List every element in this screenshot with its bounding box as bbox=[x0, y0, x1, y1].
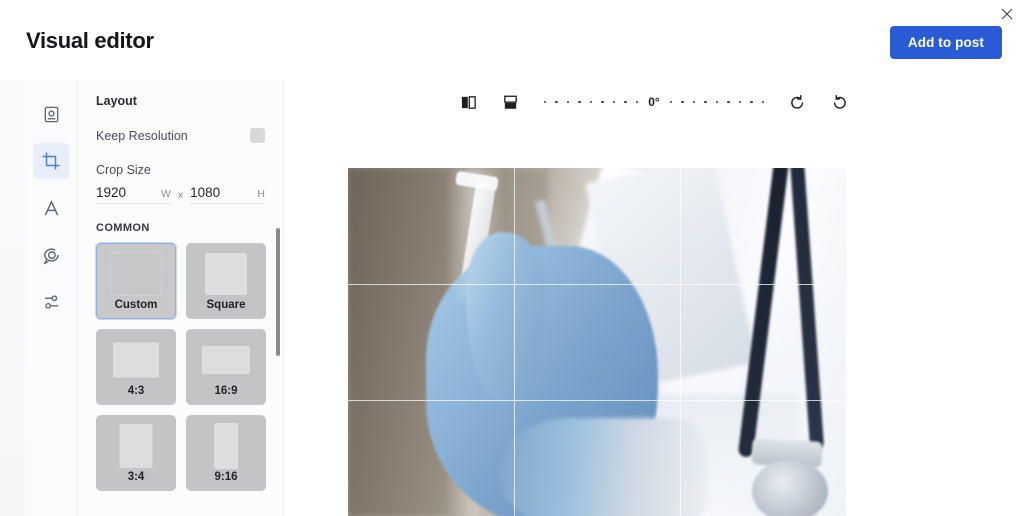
ratio-shape bbox=[205, 253, 247, 295]
crop-height-field[interactable]: 1080 H bbox=[190, 185, 265, 204]
flip-vertical-button[interactable] bbox=[498, 89, 524, 115]
ratio-label: 4:3 bbox=[127, 385, 145, 397]
rotation-tick-right-6 bbox=[738, 100, 742, 104]
rotation-slider-track-left[interactable] bbox=[536, 100, 647, 104]
speech-bubble-icon bbox=[42, 246, 61, 265]
ratio-label: 9:16 bbox=[214, 471, 238, 483]
flip-horizontal-icon bbox=[460, 94, 477, 111]
transform-toolbar: 0° bbox=[284, 80, 1024, 124]
flip-horizontal-button[interactable] bbox=[456, 89, 482, 115]
crop-size-separator: x bbox=[177, 189, 184, 201]
rail-item-draw[interactable] bbox=[33, 237, 69, 273]
aspect-ratio-grid: Custom Square 4:3 16:9 3:4 9:16 bbox=[96, 243, 266, 491]
rotation-tick-left-3 bbox=[578, 100, 581, 104]
ratio-tile-4-3[interactable]: 4:3 bbox=[96, 329, 176, 405]
rotation-tick-right-2 bbox=[692, 100, 696, 104]
ratio-label: 16:9 bbox=[214, 385, 238, 397]
adjustments-icon bbox=[42, 293, 61, 312]
add-to-post-button[interactable]: Add to post bbox=[889, 26, 1002, 59]
rotation-tick-left-5 bbox=[601, 100, 604, 104]
rotation-tick-right-8 bbox=[761, 100, 765, 104]
close-icon[interactable] bbox=[998, 5, 1016, 23]
ratio-label: Custom bbox=[114, 299, 158, 311]
ratio-shape bbox=[119, 424, 153, 468]
panel-scrollbar[interactable] bbox=[276, 228, 280, 356]
ratio-shape bbox=[110, 252, 162, 296]
rotation-tick-right-1 bbox=[681, 100, 684, 104]
ratio-tile-3-4[interactable]: 3:4 bbox=[96, 415, 176, 491]
crop-width-unit: W bbox=[160, 188, 171, 200]
rotation-tick-left-8 bbox=[635, 100, 639, 104]
crop-icon bbox=[41, 151, 61, 171]
ratio-tile-square[interactable]: Square bbox=[186, 243, 266, 319]
crop-width-input[interactable]: 1920 bbox=[96, 185, 142, 200]
rotation-tick-left-6 bbox=[612, 100, 616, 104]
rail-item-adjust[interactable] bbox=[33, 284, 69, 320]
image-frame-icon bbox=[42, 105, 61, 124]
flip-vertical-icon bbox=[502, 94, 519, 111]
ratio-tile-9-16[interactable]: 9:16 bbox=[186, 415, 266, 491]
crop-width-field[interactable]: 1920 W bbox=[96, 185, 171, 204]
rotation-tick-left-4 bbox=[589, 100, 593, 104]
keep-resolution-checkbox[interactable] bbox=[250, 128, 265, 143]
header-bar: Visual editor Add to post bbox=[0, 0, 1024, 80]
rotate-cw-button[interactable] bbox=[826, 89, 852, 115]
photo-glove-wrist bbox=[498, 418, 708, 516]
layout-settings-panel: Layout Keep Resolution Crop Size 1920 W … bbox=[78, 80, 284, 516]
ratio-shape bbox=[113, 342, 159, 378]
rail-item-crop[interactable] bbox=[33, 143, 69, 179]
ratio-tile-16-9[interactable]: 16:9 bbox=[186, 329, 266, 405]
rotate-counter-clockwise-icon bbox=[789, 94, 806, 111]
visual-editor-app: Visual editor Add to post Layout Keep Re… bbox=[0, 0, 1024, 516]
text-a-icon bbox=[42, 199, 61, 218]
crop-size-row: 1920 W x 1080 H bbox=[96, 185, 265, 204]
rotation-slider[interactable]: 0° bbox=[536, 95, 772, 109]
rail-item-image[interactable] bbox=[33, 96, 69, 132]
rotation-tick-left-2 bbox=[566, 100, 570, 104]
ratio-label: Square bbox=[206, 299, 246, 311]
rotation-tick-right-3 bbox=[704, 100, 707, 104]
panel-title: Layout bbox=[96, 94, 137, 108]
common-section-header: COMMON bbox=[96, 222, 150, 234]
rotation-tick-right-5 bbox=[727, 100, 730, 104]
crop-height-unit: H bbox=[257, 188, 265, 200]
crop-height-input[interactable]: 1080 bbox=[190, 185, 236, 200]
ratio-shape bbox=[214, 423, 238, 469]
canvas-stage: 0° bbox=[284, 80, 1024, 516]
rail-item-text[interactable] bbox=[33, 190, 69, 226]
page-title: Visual editor bbox=[26, 28, 154, 53]
tool-rail bbox=[25, 80, 78, 516]
workspace: Layout Keep Resolution Crop Size 1920 W … bbox=[25, 80, 1024, 516]
ratio-tile-custom[interactable]: Custom bbox=[96, 243, 176, 319]
photo-glove-thumb bbox=[466, 232, 544, 402]
rotate-ccw-button[interactable] bbox=[784, 89, 810, 115]
rotation-tick-left-7 bbox=[624, 100, 627, 104]
rotation-tick-right-7 bbox=[750, 100, 753, 104]
ratio-shape bbox=[202, 346, 250, 374]
editing-photo bbox=[348, 168, 846, 516]
ratio-label: 3:4 bbox=[127, 471, 145, 483]
rotation-value: 0° bbox=[648, 95, 660, 109]
rotation-tick-right-4 bbox=[715, 100, 719, 104]
crop-size-label: Crop Size bbox=[96, 163, 151, 177]
rotation-tick-left-1 bbox=[555, 100, 558, 104]
rotation-slider-track-right[interactable] bbox=[662, 100, 773, 104]
keep-resolution-label: Keep Resolution bbox=[96, 128, 188, 143]
rotation-tick-left-0 bbox=[543, 100, 547, 104]
photo-stethoscope-head bbox=[752, 460, 828, 516]
rotate-clockwise-icon bbox=[831, 94, 848, 111]
keep-resolution-row[interactable]: Keep Resolution bbox=[96, 128, 265, 143]
rotation-tick-right-0 bbox=[669, 100, 673, 104]
crop-canvas[interactable] bbox=[348, 168, 846, 516]
